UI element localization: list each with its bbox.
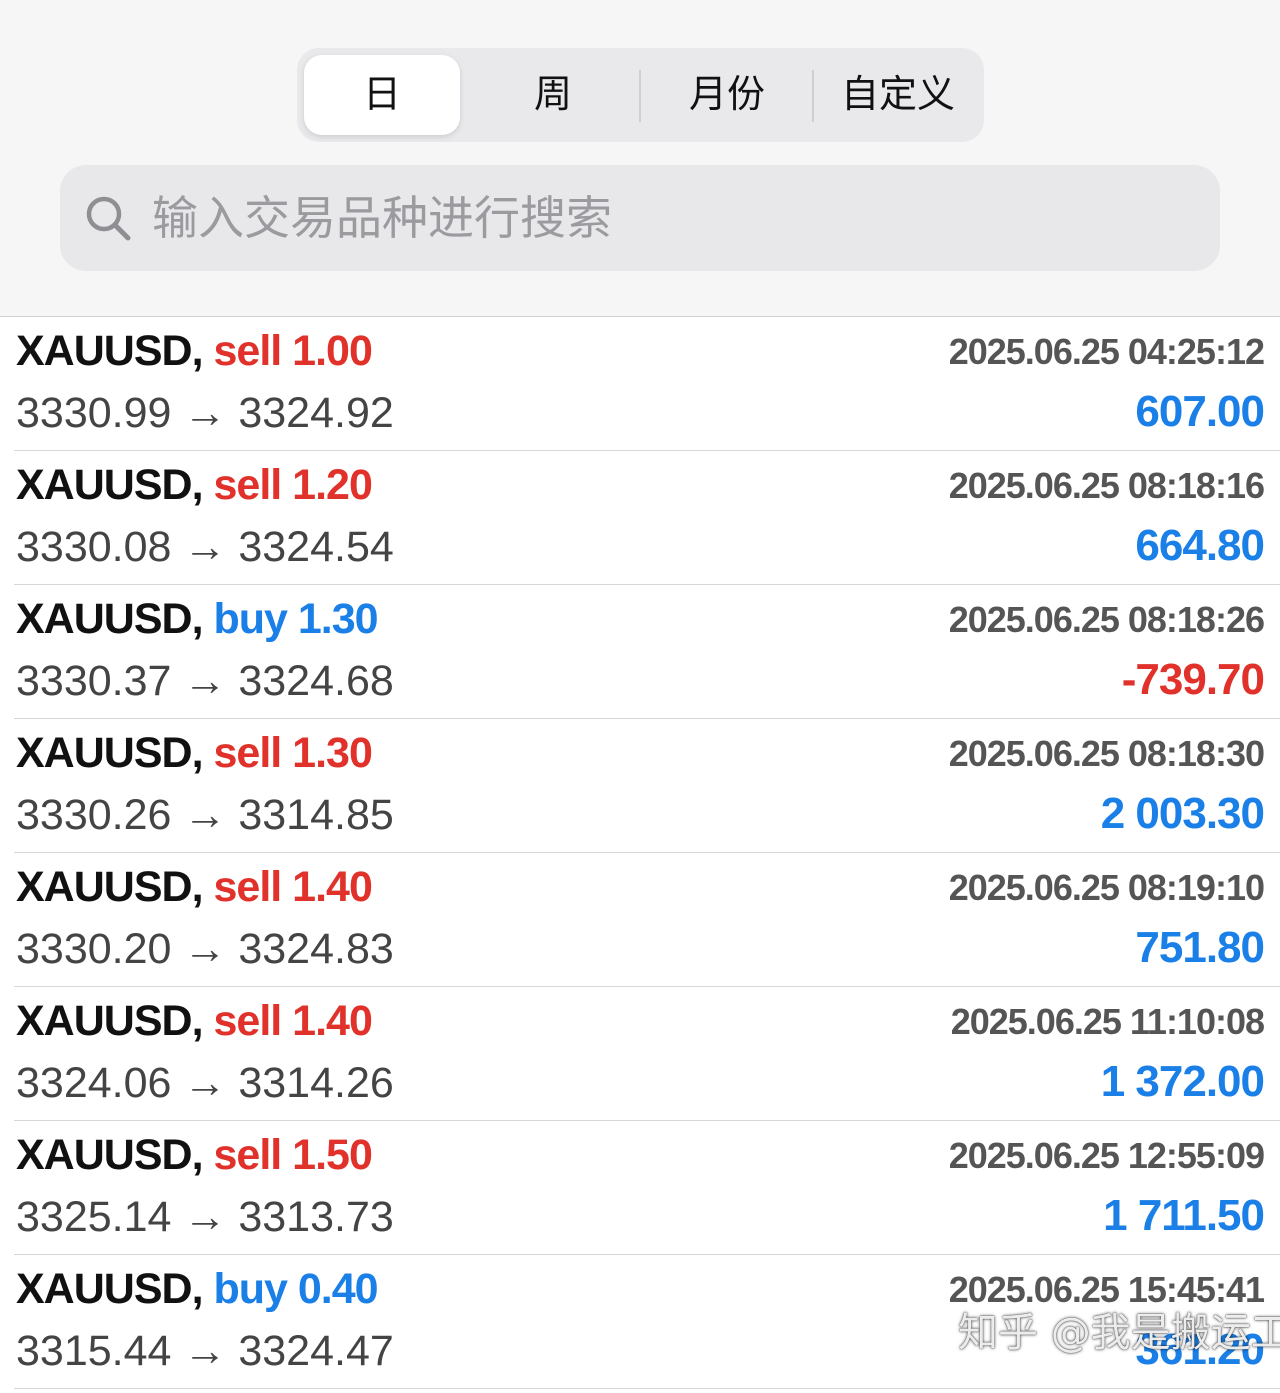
open-price: 3324.06	[16, 1059, 172, 1107]
open-price: 3330.08	[16, 523, 172, 571]
open-price: 3330.20	[16, 925, 172, 973]
trade-time: 2025.06.25 08:18:30	[948, 733, 1265, 774]
trade-row[interactable]: XAUUSD, sell 1.50 3325.14 → 3313.73 2025…	[14, 1121, 1280, 1255]
trade-history-list: XAUUSD, sell 1.00 3330.99 → 3324.92 2025…	[0, 317, 1280, 1389]
trade-volume: 1.40	[292, 863, 373, 911]
trade-time: 2025.06.25 12:55:09	[948, 1135, 1265, 1176]
trade-title: XAUUSD, sell 1.40	[16, 997, 373, 1046]
open-price: 3325.14	[16, 1193, 172, 1241]
tab-month[interactable]: 月份	[643, 55, 811, 135]
open-price: 3330.26	[16, 791, 172, 839]
arrow-icon: →	[183, 657, 227, 705]
trade-volume: 1.20	[292, 461, 373, 509]
trade-volume: 1.30	[297, 595, 379, 643]
trade-symbol: XAUUSD,	[16, 1131, 204, 1179]
period-segmented-control: 日 周 月份 自定义	[297, 48, 984, 142]
tab-week[interactable]: 周	[469, 55, 637, 135]
trade-symbol: XAUUSD,	[16, 729, 204, 777]
close-price: 3314.26	[238, 1059, 394, 1107]
trade-prices: 3325.14 → 3313.73	[16, 1193, 394, 1242]
segment-divider	[812, 70, 814, 122]
trade-symbol: XAUUSD,	[16, 863, 204, 911]
trade-time: 2025.06.25 08:18:16	[948, 465, 1265, 506]
trade-time: 2025.06.25 11:10:08	[950, 1001, 1265, 1042]
trade-side: sell	[213, 1131, 282, 1179]
trade-row[interactable]: XAUUSD, sell 1.00 3330.99 → 3324.92 2025…	[14, 317, 1280, 451]
arrow-icon: →	[183, 1059, 227, 1107]
tab-custom[interactable]: 自定义	[817, 55, 979, 135]
trade-title: XAUUSD, sell 1.00	[16, 327, 373, 376]
trade-profit: 1 372.00	[1100, 1057, 1265, 1106]
trade-row[interactable]: XAUUSD, buy 1.30 3330.37 → 3324.68 2025.…	[14, 585, 1280, 719]
trade-profit: -739.70	[1121, 655, 1265, 704]
arrow-icon: →	[183, 389, 227, 437]
trade-side: sell	[213, 863, 282, 911]
trade-profit: 607.00	[1135, 387, 1265, 436]
trade-side: sell	[213, 729, 282, 777]
trade-prices: 3330.26 → 3314.85	[16, 791, 394, 840]
trade-row[interactable]: XAUUSD, sell 1.30 3330.26 → 3314.85 2025…	[14, 719, 1280, 853]
trade-prices: 3324.06 → 3314.26	[16, 1059, 394, 1108]
trade-title: XAUUSD, sell 1.40	[16, 863, 373, 912]
trade-time: 2025.06.25 08:18:26	[948, 599, 1265, 640]
trade-prices: 3330.20 → 3324.83	[16, 925, 394, 974]
trade-volume: 1.30	[292, 729, 373, 777]
trade-prices: 3330.99 → 3324.92	[16, 389, 394, 438]
trade-side: sell	[213, 461, 282, 509]
trade-row[interactable]: XAUUSD, buy 0.40 3315.44 → 3324.47 2025.…	[14, 1255, 1280, 1389]
open-price: 3330.99	[16, 389, 172, 437]
close-price: 3324.54	[238, 523, 394, 571]
trade-side: sell	[213, 327, 282, 375]
trade-time: 2025.06.25 08:19:10	[948, 867, 1265, 908]
trade-prices: 3315.44 → 3324.47	[16, 1327, 394, 1376]
trade-prices: 3330.08 → 3324.54	[16, 523, 394, 572]
trade-prices: 3330.37 → 3324.68	[16, 657, 394, 706]
trade-profit: 2 003.30	[1100, 789, 1265, 838]
close-price: 3313.73	[238, 1193, 394, 1241]
close-price: 3324.92	[238, 389, 394, 437]
trade-volume: 0.40	[297, 1265, 379, 1313]
trade-symbol: XAUUSD,	[16, 327, 204, 375]
trade-title: XAUUSD, buy 0.40	[16, 1265, 379, 1314]
trade-side: sell	[213, 997, 282, 1045]
trade-title: XAUUSD, buy 1.30	[16, 595, 379, 644]
arrow-icon: →	[183, 791, 227, 839]
segment-divider	[639, 70, 641, 122]
trade-profit: 751.80	[1135, 923, 1265, 972]
trade-side: buy	[213, 1265, 287, 1313]
trade-row[interactable]: XAUUSD, sell 1.40 3330.20 → 3324.83 2025…	[14, 853, 1280, 987]
trade-symbol: XAUUSD,	[16, 1265, 204, 1313]
open-price: 3315.44	[16, 1327, 172, 1375]
search-icon	[86, 196, 131, 241]
trade-time: 2025.06.25 15:45:41	[948, 1269, 1265, 1310]
trade-title: XAUUSD, sell 1.50	[16, 1131, 373, 1180]
trade-title: XAUUSD, sell 1.30	[16, 729, 373, 778]
close-price: 3324.83	[238, 925, 394, 973]
arrow-icon: →	[183, 1327, 227, 1375]
trade-symbol: XAUUSD,	[16, 461, 204, 509]
trade-volume: 1.50	[292, 1131, 373, 1179]
trade-volume: 1.00	[292, 327, 373, 375]
trade-volume: 1.40	[292, 997, 373, 1045]
trade-time: 2025.06.25 04:25:12	[948, 331, 1265, 372]
trade-row[interactable]: XAUUSD, sell 1.20 3330.08 → 3324.54 2025…	[14, 451, 1280, 585]
trade-profit: 664.80	[1135, 521, 1265, 570]
open-price: 3330.37	[16, 657, 172, 705]
arrow-icon: →	[183, 925, 227, 973]
search-input[interactable]	[152, 186, 1192, 250]
trade-side: buy	[213, 595, 287, 643]
arrow-icon: →	[183, 1193, 227, 1241]
arrow-icon: →	[183, 523, 227, 571]
trade-symbol: XAUUSD,	[16, 997, 204, 1045]
trade-symbol: XAUUSD,	[16, 595, 204, 643]
trade-title: XAUUSD, sell 1.20	[16, 461, 373, 510]
trade-profit: 1 711.50	[1103, 1191, 1265, 1240]
trade-profit: 361.20	[1135, 1325, 1265, 1374]
close-price: 3324.47	[238, 1327, 394, 1375]
close-price: 3324.68	[238, 657, 394, 705]
close-price: 3314.85	[238, 791, 394, 839]
tab-day[interactable]: 日	[304, 55, 460, 135]
trade-row[interactable]: XAUUSD, sell 1.40 3324.06 → 3314.26 2025…	[14, 987, 1280, 1121]
header-bar: 日 周 月份 自定义	[0, 0, 1280, 317]
